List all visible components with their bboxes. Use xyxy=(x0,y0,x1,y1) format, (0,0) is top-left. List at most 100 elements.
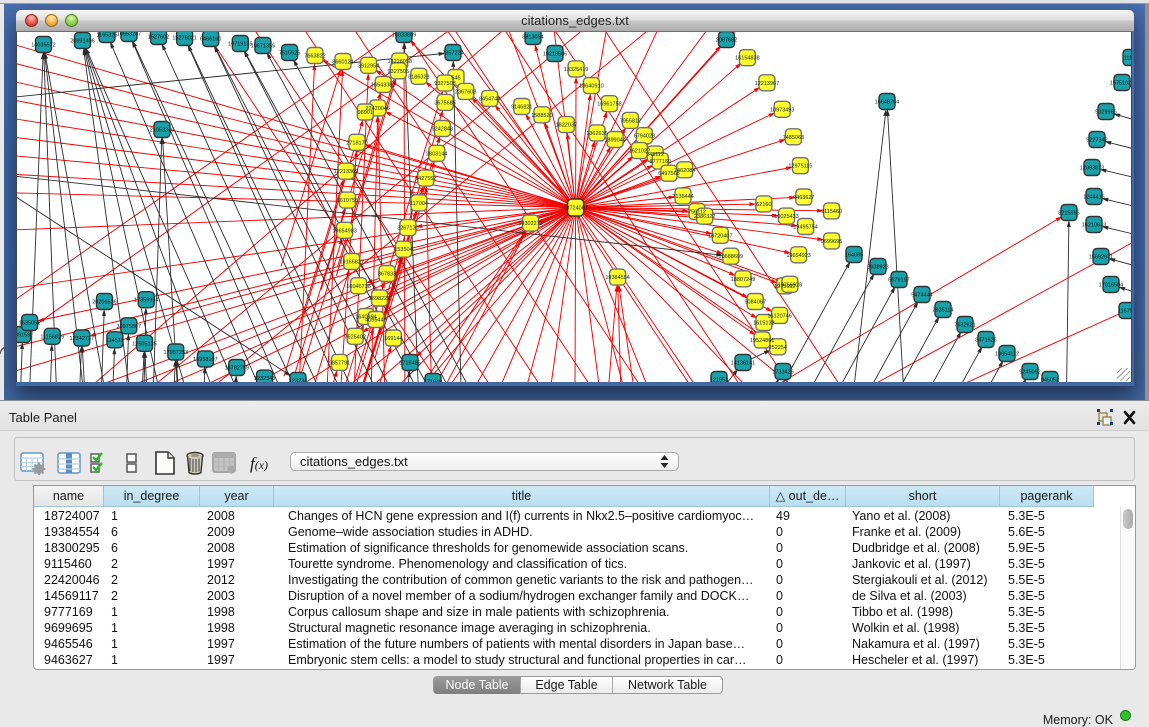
svg-text:1165325: 1165325 xyxy=(96,33,117,39)
svg-text:12975115: 12975115 xyxy=(788,164,812,170)
svg-text:9857791: 9857791 xyxy=(329,360,350,366)
svg-text:9245052: 9245052 xyxy=(1019,370,1040,376)
svg-text:20206536: 20206536 xyxy=(92,300,116,306)
svg-text:3716485: 3716485 xyxy=(399,361,420,367)
svg-text:12342737: 12342737 xyxy=(70,336,94,342)
svg-text:9699695: 9699695 xyxy=(821,239,842,245)
svg-text:169144: 169144 xyxy=(384,336,402,342)
svg-text:867833: 867833 xyxy=(378,272,396,278)
svg-text:11123: 11123 xyxy=(1124,56,1132,62)
svg-text:7515526: 7515526 xyxy=(279,51,300,57)
svg-text:164095: 164095 xyxy=(845,253,863,259)
svg-text:15692971: 15692971 xyxy=(1089,255,1113,261)
svg-text:16782759: 16782759 xyxy=(225,366,249,372)
svg-text:16648764: 16648764 xyxy=(875,100,899,106)
svg-text:18640910: 18640910 xyxy=(579,84,603,90)
svg-text:19218506: 19218506 xyxy=(543,52,567,58)
svg-text:9463627: 9463627 xyxy=(793,195,814,201)
svg-text:7955812: 7955812 xyxy=(620,118,641,124)
svg-text:18720407: 18720407 xyxy=(708,233,732,239)
svg-text:10654112: 10654112 xyxy=(995,352,1019,358)
svg-text:1535051: 1535051 xyxy=(19,321,40,327)
svg-text:7632621: 7632621 xyxy=(954,323,975,329)
svg-text:4099449: 4099449 xyxy=(365,318,386,324)
svg-text:1610755: 1610755 xyxy=(337,198,358,204)
svg-text:945052: 945052 xyxy=(1041,378,1059,383)
svg-text:21053346: 21053346 xyxy=(150,128,174,134)
svg-text:9084067: 9084067 xyxy=(744,300,765,306)
svg-text:3698222: 3698222 xyxy=(369,296,390,302)
svg-text:17957253: 17957253 xyxy=(164,350,188,356)
svg-text:945112: 945112 xyxy=(646,152,664,158)
svg-text:10973493: 10973493 xyxy=(770,107,794,113)
svg-text:18724007: 18724007 xyxy=(563,206,587,212)
svg-text:116753: 116753 xyxy=(1118,309,1132,315)
svg-text:3267130: 3267130 xyxy=(397,226,418,232)
svg-text:153504: 153504 xyxy=(394,247,412,253)
svg-text:9242848: 9242848 xyxy=(432,127,453,133)
svg-text:9146821: 9146821 xyxy=(511,105,532,111)
svg-text:2718170: 2718170 xyxy=(346,140,367,146)
svg-text:9329966: 9329966 xyxy=(1095,110,1116,116)
svg-text:1899044: 1899044 xyxy=(604,138,625,144)
svg-text:2803144: 2803144 xyxy=(426,151,447,157)
svg-text:30975867: 30975867 xyxy=(117,324,141,330)
svg-text:1527602: 1527602 xyxy=(148,35,169,41)
svg-text:1733426: 1733426 xyxy=(772,370,793,376)
svg-text:10671355: 10671355 xyxy=(251,44,275,50)
svg-text:19384554: 19384554 xyxy=(605,275,629,281)
svg-text:2935114: 2935114 xyxy=(932,308,953,314)
svg-text:252254: 252254 xyxy=(769,345,787,351)
svg-text:16033809: 16033809 xyxy=(392,33,416,39)
svg-text:2367608: 2367608 xyxy=(455,89,476,95)
svg-text:12093873: 12093873 xyxy=(1080,166,1104,172)
svg-text:10025433: 10025433 xyxy=(774,214,798,220)
svg-text:19302273: 19302273 xyxy=(518,221,542,227)
svg-text:10958107: 10958107 xyxy=(193,357,217,363)
svg-text:10688609: 10688609 xyxy=(719,254,743,260)
svg-text:8186328: 8186328 xyxy=(408,74,429,80)
svg-text:1588520: 1588520 xyxy=(531,113,552,119)
svg-text:8427552: 8427552 xyxy=(415,176,436,182)
svg-text:7485063: 7485063 xyxy=(783,135,804,141)
svg-text:10719135: 10719135 xyxy=(228,42,252,48)
svg-text:8215955: 8215955 xyxy=(1058,211,1079,217)
svg-text:16961758: 16961758 xyxy=(597,102,621,108)
svg-text:1362635: 1362635 xyxy=(586,131,607,137)
svg-text:121853: 121853 xyxy=(710,378,728,383)
svg-text:15751024: 15751024 xyxy=(1110,81,1132,87)
svg-text:7357224: 7357224 xyxy=(442,51,463,57)
svg-text:114519: 114519 xyxy=(106,338,124,344)
svg-text:16543382: 16543382 xyxy=(371,83,395,89)
svg-text:123234: 123234 xyxy=(289,379,307,383)
svg-text:20991406: 20991406 xyxy=(70,39,94,45)
svg-text:13226058: 13226058 xyxy=(387,59,411,65)
svg-text:9327508: 9327508 xyxy=(434,81,455,87)
svg-text:11156829: 11156829 xyxy=(40,334,64,340)
svg-text:117004: 117004 xyxy=(410,201,428,207)
svg-text:19524861: 19524861 xyxy=(750,338,774,344)
svg-text:18807249: 18807249 xyxy=(731,277,755,283)
svg-text:2087682: 2087682 xyxy=(716,38,737,44)
svg-text:9474444: 9474444 xyxy=(911,293,932,299)
svg-text:1822037: 1822037 xyxy=(556,123,577,129)
svg-text:10653287: 10653287 xyxy=(117,32,141,38)
svg-text:12213967: 12213967 xyxy=(755,81,779,87)
svg-text:6497568: 6497568 xyxy=(658,171,679,177)
svg-text:14035572: 14035572 xyxy=(31,43,55,49)
svg-text:17359934: 17359934 xyxy=(134,298,158,304)
svg-text:19756928: 19756928 xyxy=(778,282,802,288)
svg-text:19654983: 19654983 xyxy=(332,228,356,234)
svg-text:16154838: 16154838 xyxy=(735,56,759,62)
svg-text:15276021: 15276021 xyxy=(172,36,196,42)
svg-text:8660124: 8660124 xyxy=(332,60,353,66)
svg-text:19166827: 19166827 xyxy=(339,260,363,266)
svg-text:17016504: 17016504 xyxy=(1099,283,1123,289)
svg-text:6679197: 6679197 xyxy=(888,278,909,284)
svg-text:1244415: 1244415 xyxy=(1083,195,1104,201)
svg-text:8454749: 8454749 xyxy=(479,96,500,102)
svg-text:39159: 39159 xyxy=(17,333,30,339)
svg-text:16120746: 16120746 xyxy=(767,313,791,319)
svg-text:1232348: 1232348 xyxy=(254,376,275,382)
svg-text:6466160: 6466160 xyxy=(200,37,221,43)
